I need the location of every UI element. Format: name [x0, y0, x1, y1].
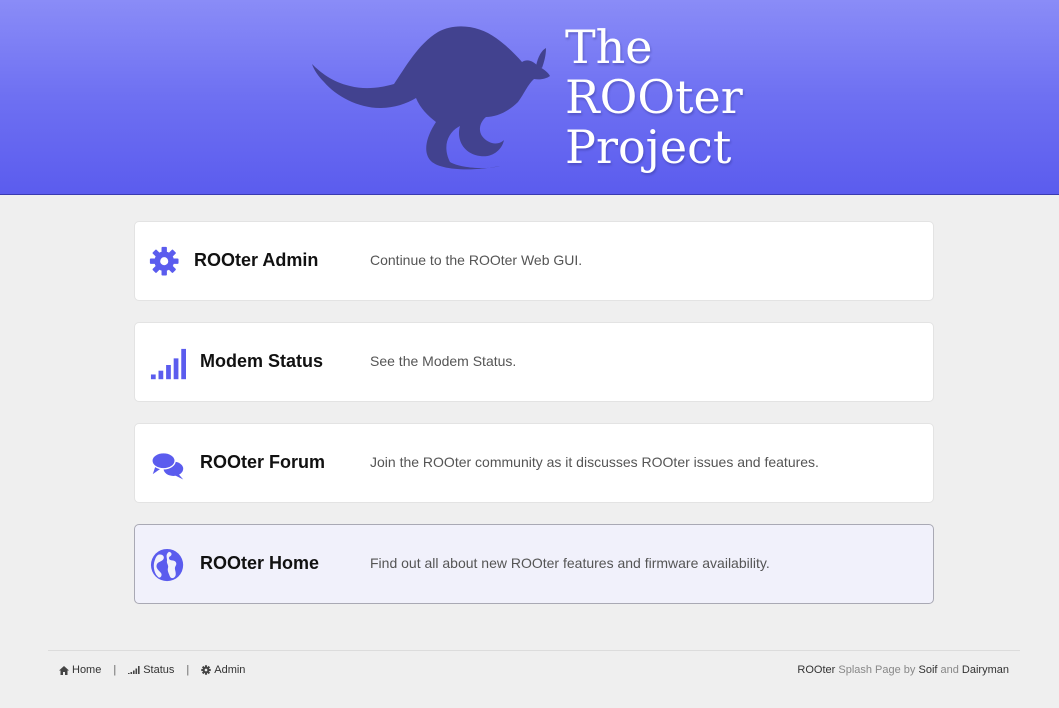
card-rooter-forum[interactable]: ROOter Forum Join the ROOter community a…: [134, 423, 934, 503]
footer-link-admin[interactable]: Admin: [201, 664, 245, 676]
home-icon: [59, 665, 69, 675]
credit-author-soif: Soif: [918, 664, 938, 676]
card-rooter-admin[interactable]: ROOter Admin Continue to the ROOter Web …: [134, 221, 934, 301]
credit-and: and: [937, 664, 962, 676]
kangaroo-logo-icon: [312, 26, 550, 170]
card-rooter-home[interactable]: ROOter Home Find out all about new ROOte…: [134, 524, 934, 604]
card-description: Continue to the ROOter Web GUI.: [370, 252, 583, 268]
gear-icon: [149, 246, 179, 276]
globe-icon: [150, 548, 184, 582]
signal-bars-icon: [150, 348, 186, 380]
card-title: Modem Status: [200, 351, 324, 371]
gear-icon: [201, 665, 211, 675]
footer-link-label: Home: [72, 664, 102, 676]
credit-rooter: ROOter: [797, 664, 836, 676]
footer-link-label: Admin: [214, 664, 246, 676]
signal-bars-icon: [128, 666, 140, 674]
credit-author-dairyman: Dairyman: [961, 664, 1009, 676]
footer-link-label: Status: [143, 664, 175, 676]
header-banner: The ROOter Project: [0, 0, 1059, 195]
footer-divider: [48, 650, 1020, 651]
logo-line-the: The: [565, 20, 653, 74]
logo-title: The ROOter Project: [565, 22, 825, 172]
footer-credits: ROOter Splash Page by Soif and Dairyman: [797, 664, 1009, 676]
card-description: See the Modem Status.: [370, 353, 517, 369]
footer-separator: |: [113, 664, 117, 676]
footer-nav: Home | Status | Admin: [59, 664, 245, 676]
card-description: Find out all about new ROOter features a…: [370, 555, 770, 571]
logo-line-project: Project: [565, 120, 732, 174]
footer-link-home[interactable]: Home: [59, 664, 101, 676]
card-title: ROOter Admin: [194, 250, 319, 270]
footer-link-status[interactable]: Status: [128, 664, 174, 676]
card-modem-status[interactable]: Modem Status See the Modem Status.: [134, 322, 934, 402]
card-title: ROOter Forum: [200, 452, 326, 472]
card-description: Join the ROOter community as it discusse…: [370, 454, 819, 470]
chat-bubbles-icon: [151, 452, 184, 480]
credit-text: Splash Page by: [835, 664, 919, 676]
logo-line-rooter: ROOter: [565, 70, 743, 124]
footer-separator: |: [186, 664, 190, 676]
card-title: ROOter Home: [200, 553, 320, 573]
